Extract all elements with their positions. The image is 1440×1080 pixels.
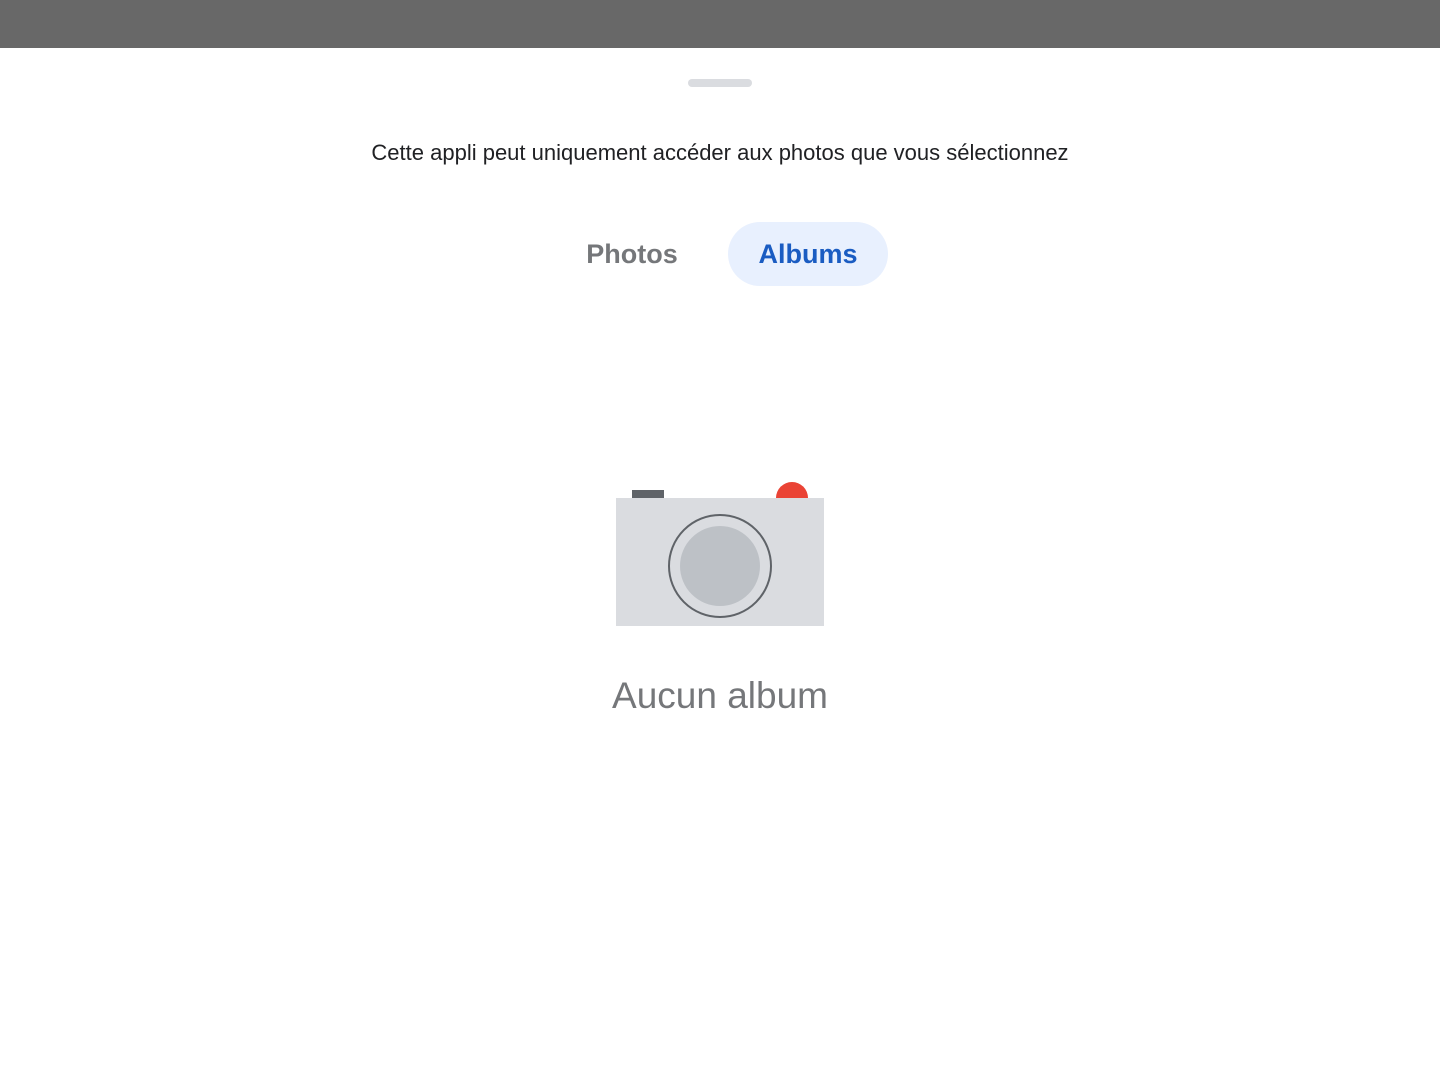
tab-bar: Photos Albums	[552, 222, 892, 286]
empty-state-label: Aucun album	[612, 675, 828, 716]
tab-albums[interactable]: Albums	[728, 222, 888, 286]
camera-lens	[680, 526, 760, 606]
drag-handle[interactable]	[688, 79, 752, 87]
picker-subtitle: Cette appli peut uniquement accéder aux …	[371, 140, 1069, 165]
camera-icon	[616, 482, 824, 626]
tab-photos[interactable]: Photos	[552, 222, 712, 286]
dimmed-background-scrim[interactable]	[0, 0, 1440, 48]
photo-picker-sheet: Cette appli peut uniquement accéder aux …	[0, 48, 1440, 1080]
